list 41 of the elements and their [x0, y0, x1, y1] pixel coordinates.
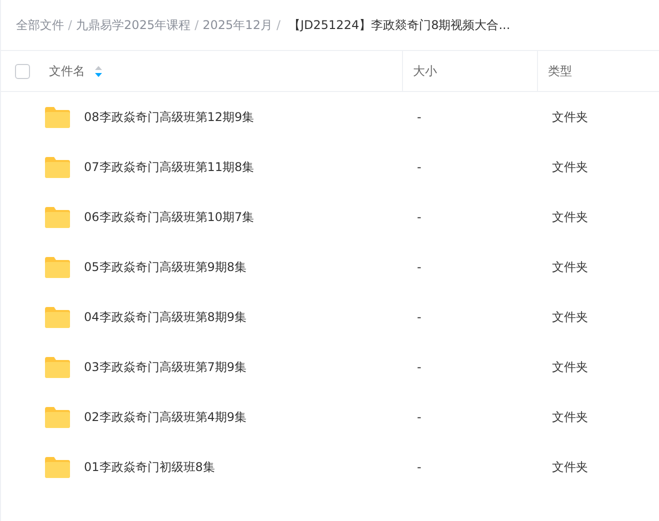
select-all-checkbox[interactable] [15, 64, 30, 78]
file-type: 文件夹 [552, 108, 588, 126]
breadcrumb-separator: / [194, 18, 199, 32]
folder-name[interactable]: 02李政焱奇门高级班第4期9集 [84, 408, 247, 426]
breadcrumb-current: 【JD251224】李政燚奇门8期视频大合... [288, 16, 510, 34]
file-size: - [417, 260, 422, 274]
file-size: - [417, 410, 422, 424]
folder-name[interactable]: 03李政焱奇门高级班第7期9集 [84, 358, 247, 376]
column-header[interactable]: 文件名 [49, 62, 85, 80]
file-type: 文件夹 [552, 208, 588, 226]
file-type: 文件夹 [552, 258, 588, 276]
folder-name[interactable]: 01李政焱奇门初级班8集 [84, 458, 215, 476]
folder-name[interactable]: 07李政焱奇门高级班第11期8集 [84, 158, 254, 176]
file-size: - [417, 110, 422, 124]
breadcrumb-separator: / [276, 18, 280, 32]
file-size: - [417, 210, 422, 224]
breadcrumb-separator: / [68, 18, 72, 32]
folder-name[interactable]: 05李政焱奇门高级班第9期8集 [84, 258, 247, 276]
file-size: - [417, 360, 422, 374]
file-type: 文件夹 [552, 308, 588, 326]
file-type: 文件夹 [552, 458, 588, 476]
folder-icon [45, 406, 70, 428]
folder-name[interactable]: 08李政焱奇门高级班第12期9集 [84, 108, 254, 126]
column-header[interactable]: 大小 [413, 62, 437, 80]
folder-name[interactable]: 04李政焱奇门高级班第8期9集 [84, 308, 247, 326]
file-type: 文件夹 [552, 408, 588, 426]
file-size: - [417, 460, 422, 474]
file-size: - [417, 310, 422, 324]
folder-icon [45, 456, 70, 478]
file-size: - [417, 160, 422, 174]
sort-icon[interactable] [95, 66, 102, 76]
folder-icon [45, 156, 70, 178]
folder-icon [45, 306, 70, 328]
folder-name[interactable]: 06李政焱奇门高级班第10期7集 [84, 208, 254, 226]
column-header[interactable]: 类型 [548, 62, 572, 80]
file-type: 文件夹 [552, 358, 588, 376]
file-type: 文件夹 [552, 158, 588, 176]
folder-icon [45, 256, 70, 278]
folder-icon [45, 106, 70, 128]
folder-icon [45, 206, 70, 228]
folder-icon [45, 356, 70, 378]
